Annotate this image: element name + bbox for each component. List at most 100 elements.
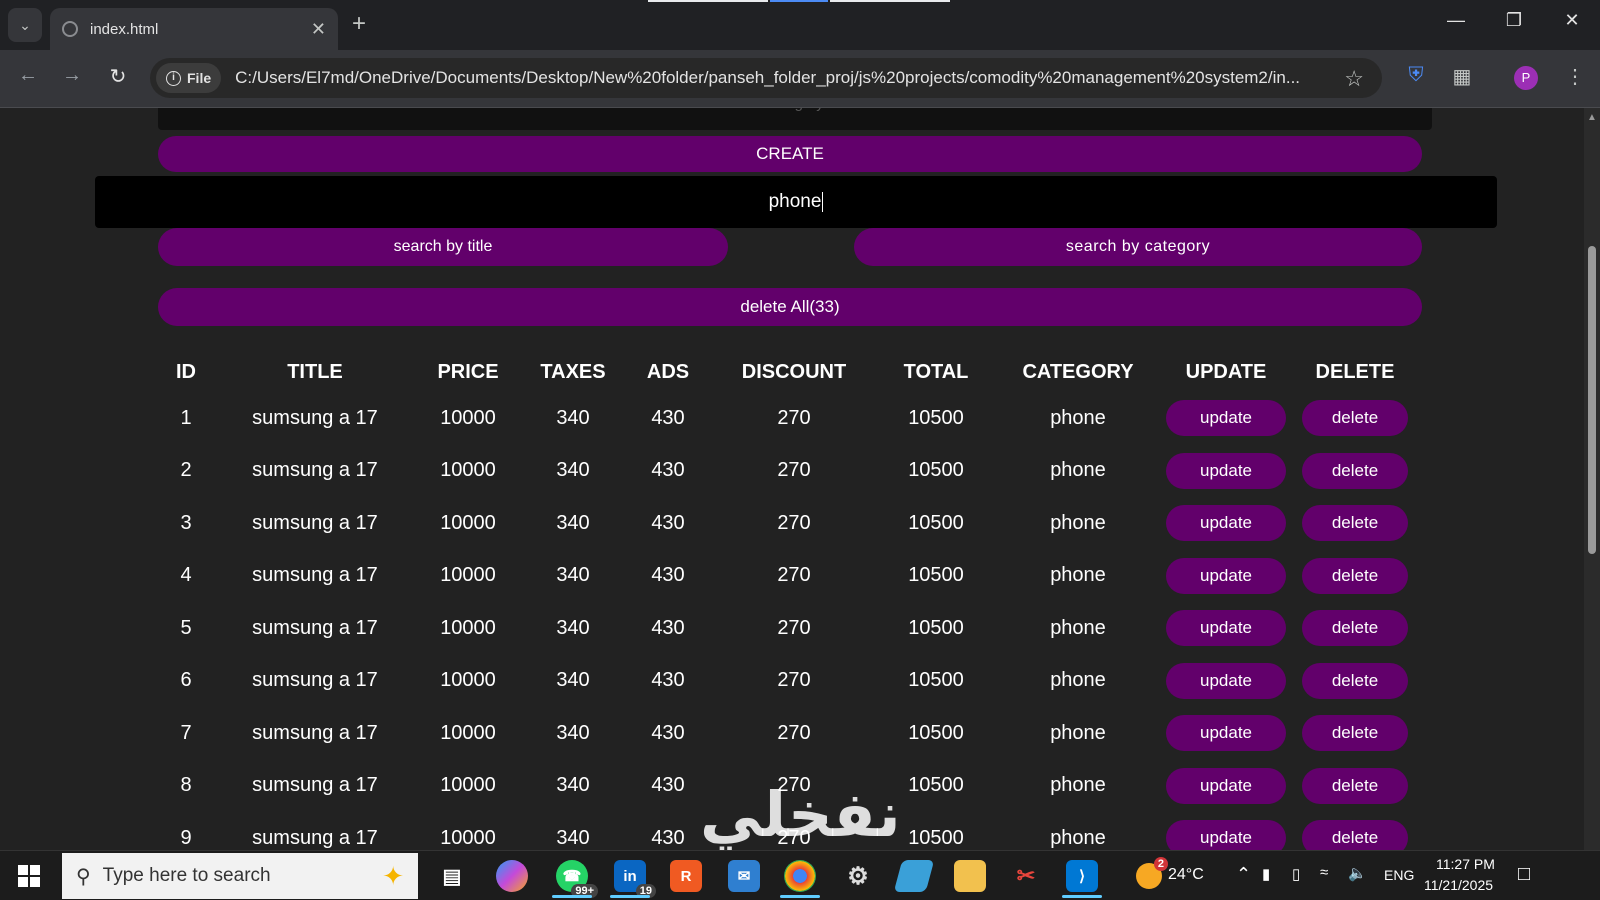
restore-button[interactable]: ❐ — [1494, 10, 1534, 31]
cell-id: 2 — [180, 459, 192, 482]
tab-indicator — [648, 0, 768, 2]
delete-button[interactable]: delete — [1302, 557, 1408, 594]
clock-time[interactable]: 11:27 PM — [1436, 856, 1495, 872]
cell-category: phone — [1050, 669, 1106, 692]
update-button[interactable]: update — [1166, 400, 1286, 437]
language-indicator[interactable]: ENG — [1384, 867, 1414, 883]
cell-taxes: 340 — [556, 774, 590, 797]
site-info-chip[interactable]: i File — [156, 63, 222, 93]
file-explorer-icon[interactable] — [954, 860, 986, 892]
tab-search-button[interactable]: ⌄ — [8, 8, 42, 42]
close-window-button[interactable]: ✕ — [1552, 10, 1592, 31]
header-ads: ADS — [646, 360, 690, 383]
search-by-title-button[interactable]: search by title — [158, 228, 728, 266]
delete-button[interactable]: delete — [1302, 610, 1408, 647]
update-button[interactable]: update — [1166, 715, 1286, 752]
clock-date[interactable]: 11/21/2025 — [1424, 877, 1493, 893]
wifi-icon[interactable]: ≈ — [1320, 864, 1328, 881]
search-input[interactable]: phone — [95, 176, 1497, 228]
taskbar-search-box[interactable]: ⚲ Type here to search ✦ — [62, 853, 418, 899]
back-arrow-icon[interactable]: ← — [13, 64, 43, 87]
scroll-up-arrow-icon[interactable]: ▲ — [1587, 112, 1597, 123]
kebab-menu-icon[interactable]: ⋮ — [1560, 64, 1590, 89]
profile-avatar[interactable]: P — [1514, 66, 1538, 90]
delete-button[interactable]: delete — [1302, 715, 1408, 752]
create-button[interactable]: CREATE — [158, 136, 1422, 172]
cell-update: update — [1162, 760, 1290, 813]
delete-button[interactable]: delete — [1302, 767, 1408, 804]
extensions-puzzle-icon[interactable]: ▦ — [1447, 64, 1477, 89]
table-row: 2 sumsung a 17 10000 340 430 270 10500 phone upd… — [158, 445, 1420, 498]
vscode-icon[interactable]: ⟩ — [1066, 860, 1098, 892]
copilot-icon[interactable] — [496, 860, 528, 892]
update-button[interactable]: update — [1166, 505, 1286, 542]
reload-icon[interactable]: ↻ — [103, 64, 133, 89]
tablet-icon[interactable]: ▯ — [1292, 865, 1300, 883]
close-tab-icon[interactable]: ✕ — [311, 19, 326, 40]
linkedin-icon[interactable]: in 19 — [614, 860, 656, 898]
page-scrollbar[interactable]: ▲ — [1584, 108, 1600, 850]
windows-taskbar: ⚲ Type here to search ✦ ▤ ☎ 99+ in 19 R ✉ … — [0, 850, 1600, 900]
cell-discount: 270 — [777, 406, 811, 429]
cell-title: sumsung a 17 — [252, 406, 378, 429]
tab-indicator — [830, 0, 950, 2]
update-button[interactable]: update — [1166, 557, 1286, 594]
chevron-down-icon: ⌄ — [19, 16, 31, 33]
forward-arrow-icon[interactable]: → — [57, 64, 87, 87]
notebook-app-icon[interactable] — [893, 860, 935, 892]
address-bar[interactable]: i File C:/Users/El7md/OneDrive/Documents… — [150, 58, 1382, 98]
table-row: 6 sumsung a 17 10000 340 430 270 10500 phone upd… — [158, 655, 1420, 708]
chevron-up-icon[interactable]: ⌃ — [1236, 864, 1251, 885]
volume-icon[interactable]: 🔈 — [1348, 864, 1367, 882]
delete-button[interactable]: delete — [1302, 505, 1408, 542]
cell-price: 10000 — [440, 406, 496, 429]
task-view-icon[interactable]: ▤ — [436, 860, 468, 892]
notification-icon[interactable]: □ — [1518, 863, 1530, 886]
battery-icon[interactable]: ▮ — [1262, 865, 1270, 883]
search-by-category-button[interactable]: search by category — [854, 228, 1422, 266]
delete-button[interactable]: delete — [1302, 820, 1408, 850]
mail-app-icon[interactable]: ✉ — [728, 860, 760, 892]
settings-gear-icon[interactable]: ⚙ — [842, 860, 874, 892]
delete-button[interactable]: delete — [1302, 662, 1408, 699]
update-button[interactable]: update — [1166, 610, 1286, 647]
cell-title: sumsung a 17 — [252, 669, 378, 692]
shield-extension-icon[interactable]: ⛨ — [1401, 64, 1431, 87]
cell-ads: 430 — [651, 511, 685, 534]
site-info-label: File — [187, 70, 212, 86]
delete-button[interactable]: delete — [1302, 452, 1408, 489]
new-tab-button[interactable]: + — [352, 10, 366, 38]
reader-app-icon[interactable]: R — [670, 860, 702, 892]
cell-ads: 430 — [651, 564, 685, 587]
update-button[interactable]: update — [1166, 452, 1286, 489]
category-input[interactable]: category — [158, 108, 1432, 130]
cell-taxes: 340 — [556, 511, 590, 534]
browser-tab-strip: ⌄ index.html ✕ + — ❐ ✕ — [0, 0, 1600, 50]
windows-start-icon[interactable] — [18, 865, 40, 887]
weather-badge: 2 — [1153, 857, 1168, 871]
whatsapp-icon[interactable]: ☎ 99+ — [556, 860, 598, 898]
update-button[interactable]: update — [1166, 767, 1286, 804]
cell-discount: 270 — [777, 459, 811, 482]
cell-update: update — [1162, 602, 1290, 655]
cell-title: sumsung a 17 — [252, 774, 378, 797]
delete-button[interactable]: delete — [1302, 400, 1408, 437]
active-app-indicator — [1062, 895, 1102, 898]
scrollbar-thumb[interactable] — [1588, 246, 1596, 554]
cell-delete: delete — [1290, 760, 1420, 813]
url-text[interactable]: C:/Users/El7md/OneDrive/Documents/Deskto… — [235, 68, 1335, 88]
cell-category: phone — [1050, 459, 1106, 482]
bookmark-star-icon[interactable]: ☆ — [1344, 66, 1364, 92]
update-button[interactable]: update — [1166, 662, 1286, 699]
info-icon: i — [166, 70, 181, 86]
delete-all-button[interactable]: delete All(33) — [158, 288, 1422, 326]
cell-delete: delete — [1290, 445, 1420, 498]
cell-taxes: 340 — [556, 564, 590, 587]
weather-icon[interactable]: 2 — [1136, 857, 1168, 889]
header-category: CATEGORY — [1022, 360, 1134, 383]
minimize-button[interactable]: — — [1436, 10, 1476, 31]
chrome-icon[interactable] — [784, 860, 816, 892]
snipping-tool-icon[interactable]: ✂ — [1010, 860, 1042, 892]
browser-tab[interactable]: index.html ✕ — [50, 8, 338, 50]
update-button[interactable]: update — [1166, 820, 1286, 850]
